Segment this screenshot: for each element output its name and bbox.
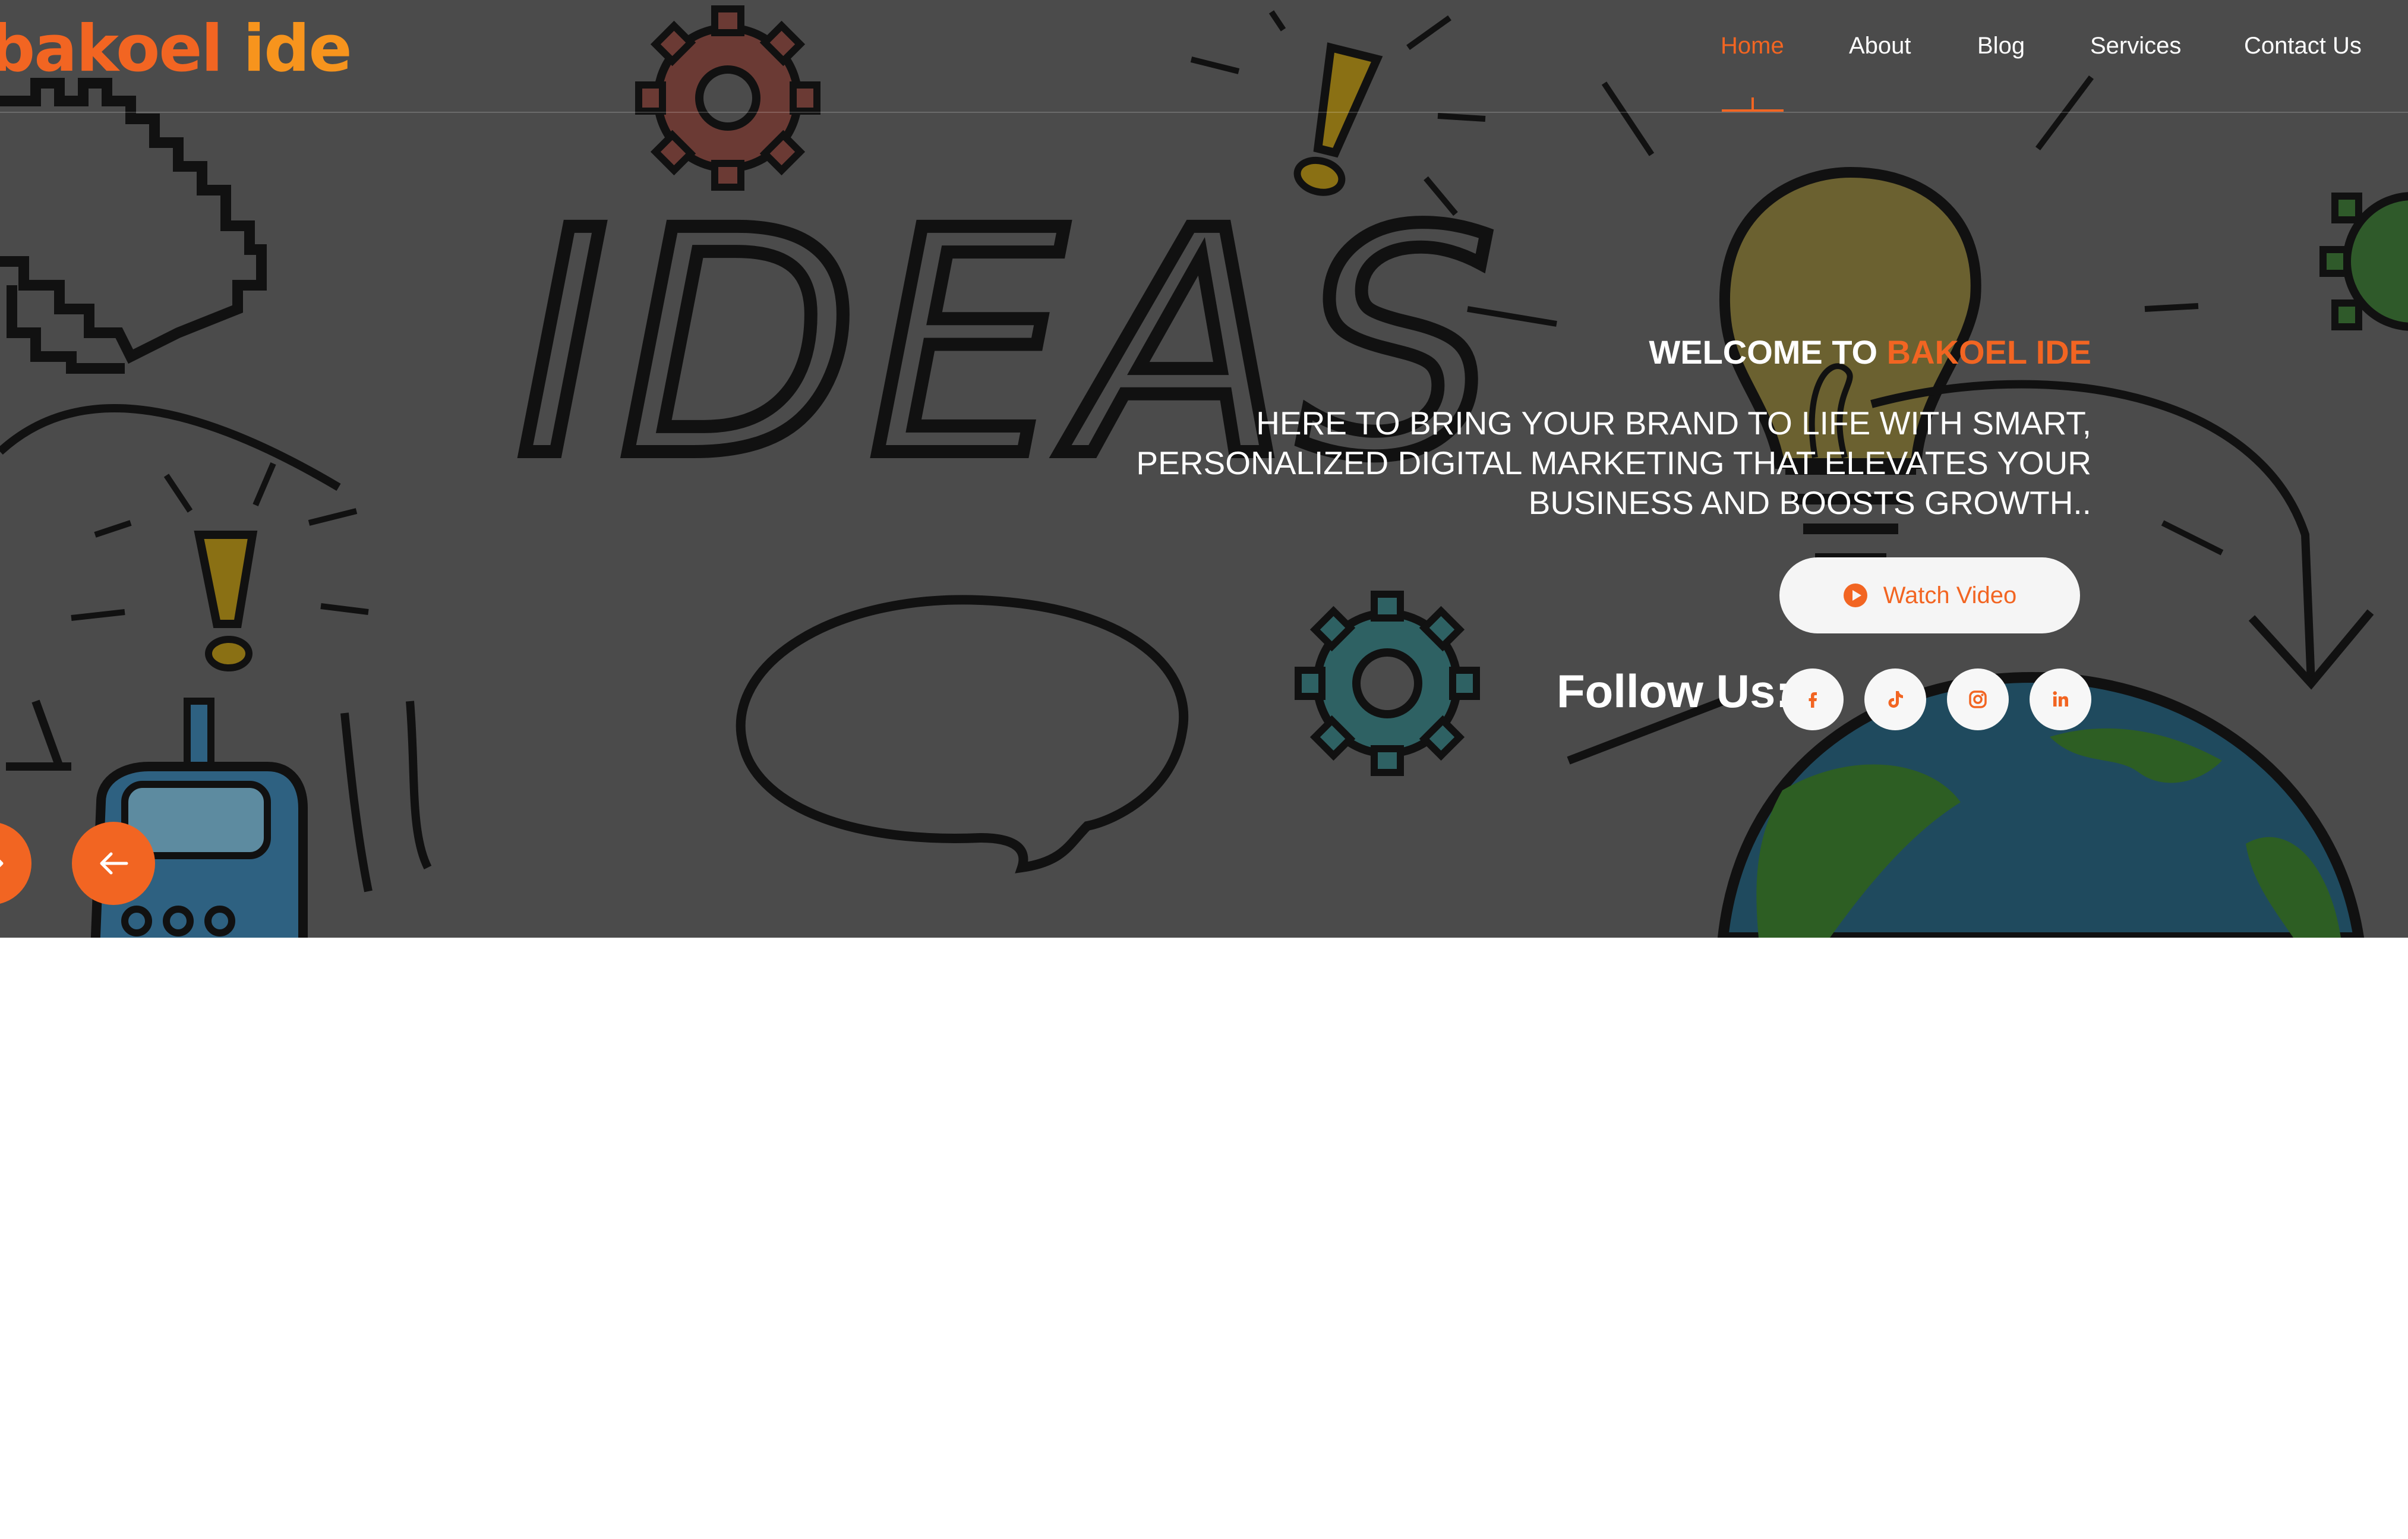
watch-video-button[interactable]: Watch Video <box>1779 557 2080 633</box>
pointer-hand-doodle <box>0 78 267 374</box>
navbar: bakoel ide Home About Blog Services Cont… <box>0 0 2408 113</box>
gear-doodle-green <box>2319 192 2408 331</box>
speech-bubble-doodle <box>736 595 1189 873</box>
welcome-prefix: WELCOME TO <box>1649 333 1878 371</box>
facebook-icon <box>1809 692 1817 708</box>
page-content-area <box>0 938 2408 1539</box>
instagram-button[interactable] <box>1947 668 2009 730</box>
hero-section: IDEAS bakoel ide Home About Blog Service… <box>0 0 2408 938</box>
arrow-right-icon <box>0 859 4 868</box>
watch-video-label: Watch Video <box>1883 582 2017 608</box>
follow-us-label: Follow Us: <box>1557 665 1791 717</box>
instagram-icon <box>1969 690 1987 708</box>
play-circle-icon <box>1843 584 1867 607</box>
nav-item-about[interactable]: About <box>1849 33 1911 59</box>
brand-logo[interactable]: bakoel ide <box>0 12 352 86</box>
exclamation-doodle-left <box>194 531 258 671</box>
nav-item-contact-us[interactable]: Contact Us <box>2244 33 2362 59</box>
brand-logo-part-1: bakoel <box>0 12 223 86</box>
tiktok-icon <box>1888 691 1903 708</box>
linkedin-icon <box>2053 691 2068 707</box>
hero-content: WELCOME TO BAKOEL IDE HERE TO BRING YOUR… <box>1081 330 2091 523</box>
slider-next-button[interactable] <box>72 822 155 905</box>
welcome-brand: BAKOEL IDE <box>1886 333 2091 371</box>
hero-tagline: HERE TO BRING YOUR BRAND TO LIFE WITH SM… <box>1136 405 2091 521</box>
nav-item-home[interactable]: Home <box>1721 33 1784 59</box>
linkedin-button[interactable] <box>2030 668 2091 730</box>
brand-logo-part-2: ide <box>222 12 352 86</box>
gear-doodle-teal <box>1295 591 1480 776</box>
nav-item-services[interactable]: Services <box>2090 33 2181 59</box>
welcome-heading: WELCOME TO BAKOEL IDE <box>1081 330 2091 375</box>
nav-active-indicator <box>1722 97 1784 112</box>
tiktok-button[interactable] <box>1864 668 1926 730</box>
arrow-left-icon <box>100 852 128 875</box>
nav-item-blog[interactable]: Blog <box>1977 33 2025 59</box>
facebook-button[interactable] <box>1782 668 1844 730</box>
